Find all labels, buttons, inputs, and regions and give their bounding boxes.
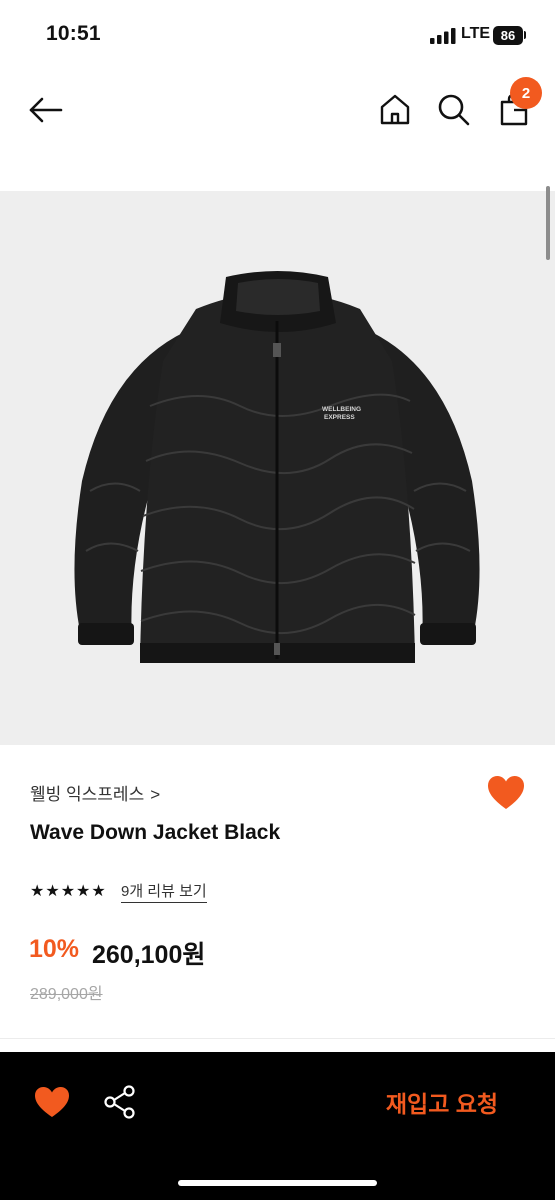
heart-icon xyxy=(488,776,524,809)
sale-price: 260,100원 xyxy=(92,941,206,969)
jacket-logo-line2: EXPRESS xyxy=(324,414,355,421)
share-icon xyxy=(104,1085,135,1119)
product-image[interactable]: WELLBEING EXPRESS xyxy=(0,191,555,745)
rating-stars: ★★★★★ xyxy=(30,883,107,900)
chevron-right-icon: > xyxy=(150,785,161,804)
arrow-left-icon xyxy=(29,97,63,123)
jacket-logo-line1: WELLBEING xyxy=(322,406,361,413)
brand-name: 웰빙 익스프레스 xyxy=(30,785,145,804)
back-button[interactable] xyxy=(26,92,66,128)
brand-link[interactable]: 웰빙 익스프레스 > xyxy=(30,780,160,805)
bottom-wishlist-button[interactable] xyxy=(33,1085,71,1119)
scroll-indicator[interactable] xyxy=(546,186,550,260)
restock-request-button[interactable]: 재입고 요청 xyxy=(372,1083,512,1121)
search-button[interactable] xyxy=(434,90,474,130)
jacket-illustration: WELLBEING EXPRESS xyxy=(74,271,480,663)
battery-cap xyxy=(524,31,526,39)
status-time: 10:51 xyxy=(46,22,101,45)
heart-icon xyxy=(35,1087,69,1117)
cart-badge: 2 xyxy=(510,77,542,109)
home-icon xyxy=(380,94,410,125)
original-price: 289,000원 xyxy=(30,986,103,1003)
status-bar: 10:51 LTE 86 xyxy=(0,0,555,70)
discount-rate: 10% xyxy=(29,935,80,963)
network-label: LTE xyxy=(461,25,491,42)
search-icon xyxy=(438,94,470,126)
bottom-action-bar xyxy=(0,1052,555,1200)
wishlist-button[interactable] xyxy=(486,774,526,812)
home-button[interactable] xyxy=(375,90,415,130)
home-indicator xyxy=(178,1180,377,1186)
divider xyxy=(0,1038,555,1039)
battery-indicator: 86 xyxy=(493,26,523,45)
signal-bars-icon xyxy=(430,28,456,44)
share-button[interactable] xyxy=(103,1084,137,1120)
product-title: Wave Down Jacket Black xyxy=(30,821,281,844)
review-link[interactable]: 9개 리뷰 보기 xyxy=(121,880,207,903)
